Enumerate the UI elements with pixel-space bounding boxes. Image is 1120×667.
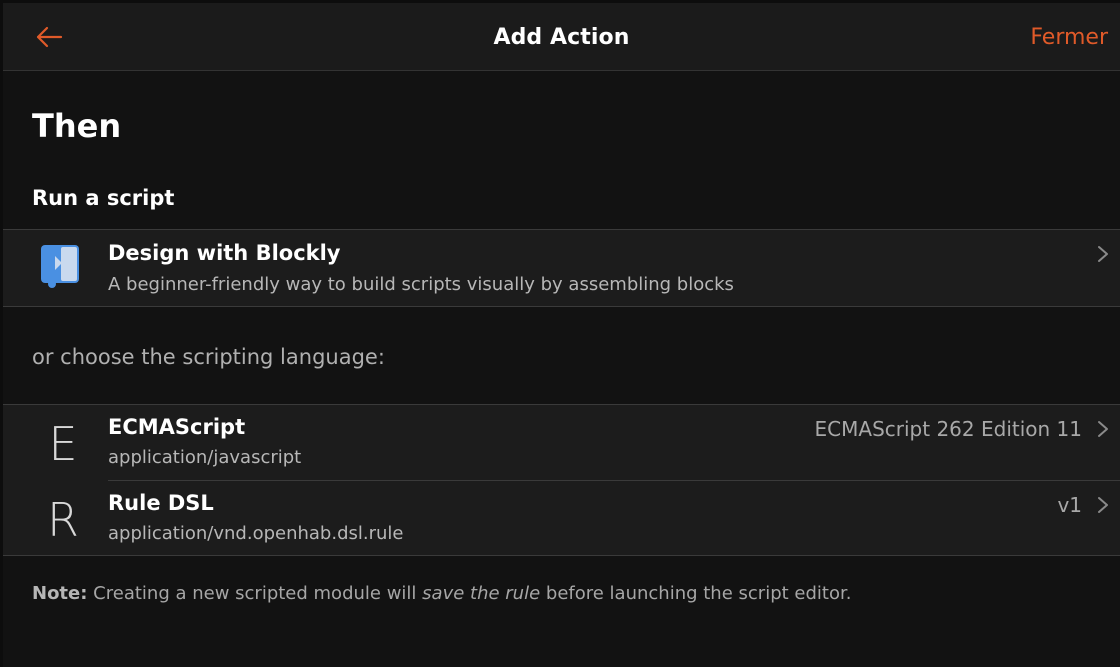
chevron-right-icon	[1098, 246, 1108, 262]
note-text-after: before launching the script editor.	[540, 583, 852, 604]
chevron-right-icon	[1098, 421, 1108, 437]
language-title: Rule DSL	[108, 491, 214, 515]
languages-list: E ECMAScript application/javascript ECMA…	[3, 404, 1120, 556]
close-button[interactable]: Fermer	[1030, 25, 1108, 50]
language-item-rule-dsl[interactable]: R Rule DSL application/vnd.openhab.dsl.r…	[3, 481, 1120, 556]
blockly-subtitle: A beginner-friendly way to build scripts…	[108, 274, 734, 295]
note-emphasis: save the rule	[422, 583, 541, 604]
language-version: ECMAScript 262 Edition 11	[814, 417, 1082, 441]
section-title: Run a script	[32, 186, 175, 210]
block-title: Then	[32, 107, 122, 145]
language-mime: application/javascript	[108, 447, 302, 468]
note-label: Note:	[32, 583, 88, 604]
blockly-list: Design with Blockly A beginner-friendly …	[3, 229, 1120, 307]
languages-intro: or choose the scripting language:	[32, 345, 385, 369]
language-item-ecmascript[interactable]: E ECMAScript application/javascript ECMA…	[3, 405, 1120, 480]
language-letter-icon: R	[47, 493, 79, 547]
language-mime: application/vnd.openhab.dsl.rule	[108, 523, 404, 544]
blockly-icon	[41, 245, 79, 288]
language-version: v1	[1057, 493, 1082, 517]
page-title: Add Action	[493, 25, 630, 50]
navbar: Add Action Fermer	[3, 3, 1120, 71]
blockly-item[interactable]: Design with Blockly A beginner-friendly …	[3, 230, 1120, 308]
language-letter-icon: E	[48, 417, 78, 471]
add-action-page: Add Action Fermer Then Run a script Desi…	[3, 3, 1120, 667]
chevron-right-icon	[1098, 497, 1108, 513]
note-text: Note: Creating a new scripted module wil…	[32, 583, 851, 604]
language-title: ECMAScript	[108, 415, 246, 439]
note-text-before: Creating a new scripted module will	[87, 583, 423, 604]
blockly-title: Design with Blockly	[108, 241, 341, 265]
